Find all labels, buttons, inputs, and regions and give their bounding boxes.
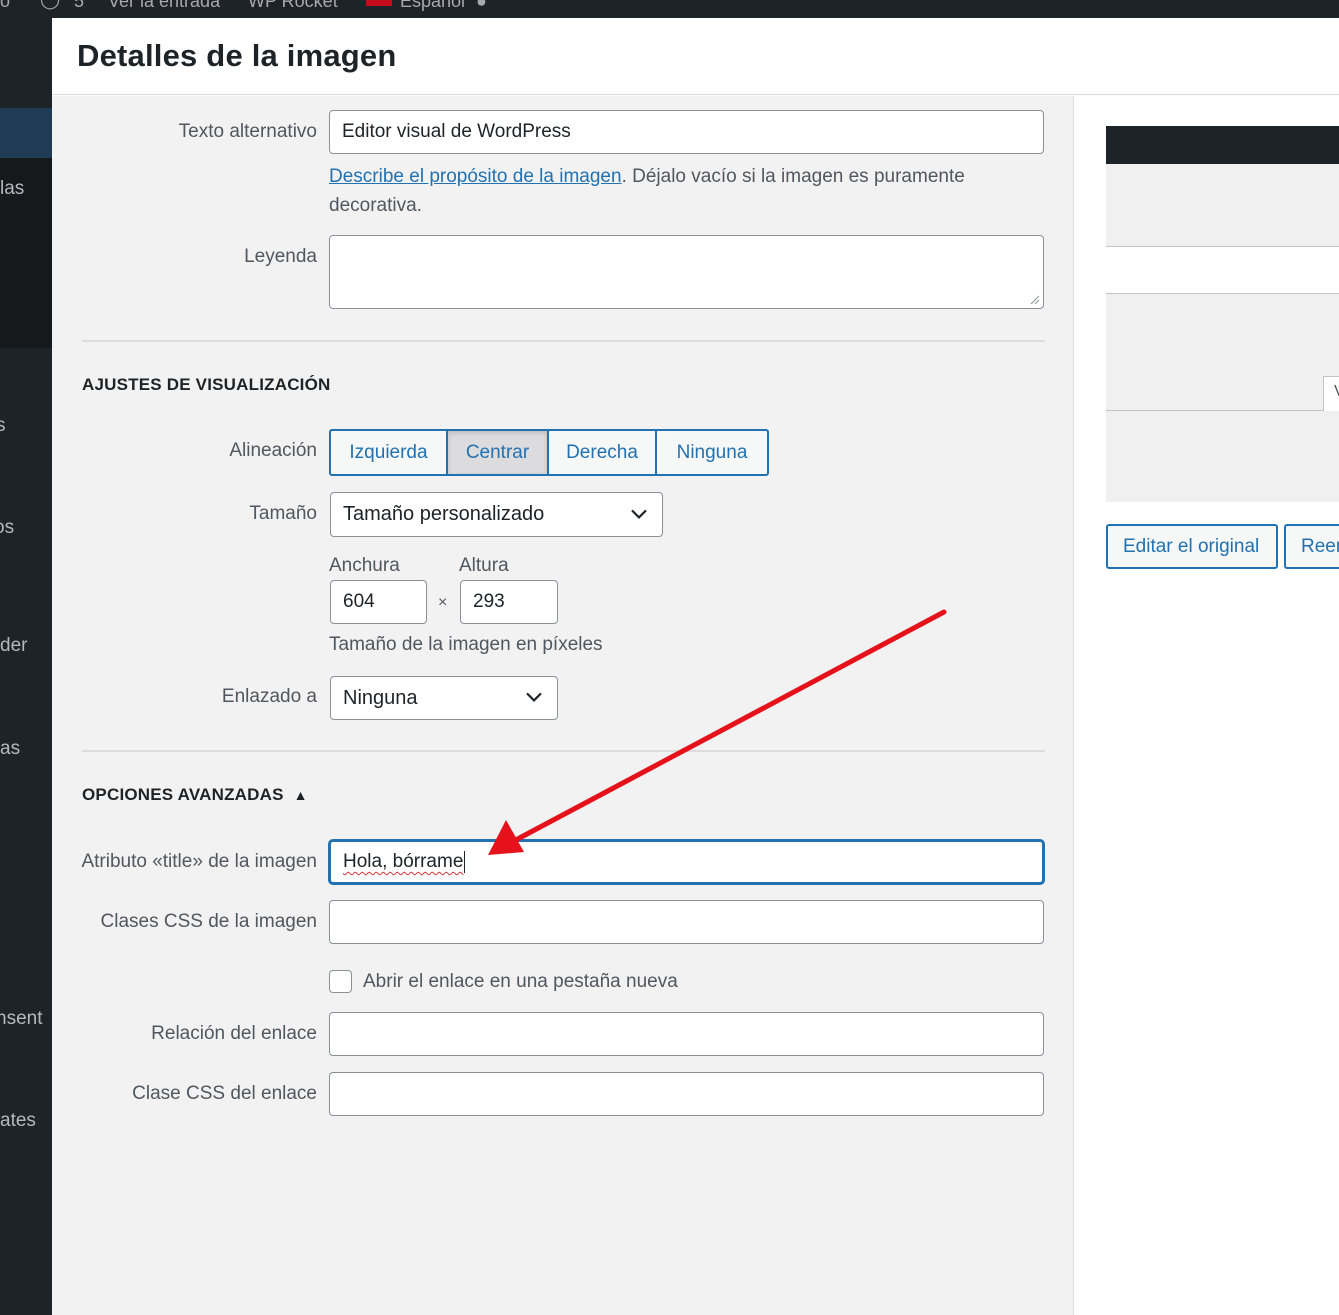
image-preview-toolbar [1106,126,1339,164]
image-details-modal: Detalles de la imagen Texto alternativo … [52,18,1339,1315]
alt-text-help-link[interactable]: Describe el propósito de la imagen [329,166,622,187]
image-preview-tab: V [1323,376,1339,411]
help-icon[interactable]: ● [476,0,487,12]
admin-bar-item[interactable]: o [0,0,10,12]
caption-textarea[interactable] [329,235,1044,309]
image-preview [1106,164,1339,502]
alt-text-help: Describe el propósito de la imagen. Déja… [329,162,1049,220]
align-center-button[interactable]: Centrar [448,431,549,474]
resize-grip-icon[interactable] [1030,295,1040,305]
comments-count[interactable]: 5 [74,0,84,12]
triangle-up-icon: ▲ [293,787,308,803]
sidebar-active-item[interactable] [0,108,52,158]
view-post-link[interactable]: Ver la entrada [108,0,220,12]
new-tab-label[interactable]: Abrir el enlace en una pestaña nueva [363,971,678,993]
admin-sidebar: las s os der as nsent ates i [0,18,52,1315]
divider [82,340,1045,342]
image-preview-line [1106,410,1323,411]
link-rel-input[interactable] [329,1012,1044,1056]
chevron-down-icon [526,692,542,702]
image-css-input[interactable] [329,900,1044,944]
image-preview-pane: V Editar el original Reemplazar [1075,96,1339,1315]
link-to-select-value: Ninguna [343,686,418,709]
title-attr-label: Atributo «title» de la imagen [81,851,317,872]
size-select-value: Tamaño personalizado [343,503,545,525]
align-left-button[interactable]: Izquierda [331,431,448,474]
image-settings-pane: Texto alternativo Editor visual de WordP… [52,96,1074,1315]
title-attr-value: Hola, bórrame [343,851,464,872]
new-tab-checkbox[interactable] [329,970,352,993]
width-label: Anchura [329,555,400,576]
link-to-select[interactable]: Ninguna [330,676,558,720]
edit-original-button[interactable]: Editar el original [1106,524,1278,569]
sidebar-item-label[interactable]: s [0,415,6,437]
advanced-options-toggle[interactable]: Opciones avanzadas ▲ [82,785,308,805]
height-input[interactable]: 293 [460,580,558,624]
alt-text-input[interactable]: Editor visual de WordPress [329,110,1044,154]
sidebar-item-label[interactable]: as [0,738,20,760]
language-switcher[interactable]: Español [400,0,465,12]
sidebar-item-label[interactable]: las [0,178,24,200]
size-select[interactable]: Tamaño personalizado [330,492,663,537]
link-rel-label: Relación del enlace [151,1023,317,1044]
alt-text-help-text: . Déjalo vacío si la imagen es puramente [621,166,965,187]
advanced-options-title: Opciones avanzadas [82,785,284,804]
replace-button[interactable]: Reemplazar [1284,524,1339,569]
image-preview-band [1106,246,1339,294]
chevron-down-icon [631,509,647,519]
comments-icon[interactable]: ◯ [40,0,60,10]
sidebar-item-label[interactable]: nsent [0,1008,42,1030]
admin-bar: o ◯ 5 Ver la entrada WP Rocket Español ● [0,0,1339,18]
alt-text-help-text-2: decorativa. [329,195,422,216]
sidebar-item-label[interactable]: der [0,635,27,657]
sidebar-item-label[interactable]: os [0,517,14,539]
link-to-label: Enlazado a [221,686,317,707]
link-css-input[interactable] [329,1072,1044,1116]
divider [82,750,1045,752]
wp-rocket-menu[interactable]: WP Rocket [248,0,338,12]
caption-label: Leyenda [244,246,317,267]
align-right-button[interactable]: Derecha [549,431,657,474]
modal-header: Detalles de la imagen [52,18,1339,95]
dimension-separator: × [438,594,448,611]
alt-text-label: Texto alternativo [178,121,317,142]
align-none-button[interactable]: Ninguna [657,431,767,474]
alignment-button-group: Izquierda Centrar Derecha Ninguna [329,429,769,476]
spain-flag-icon [366,0,392,6]
image-css-label: Clases CSS de la imagen [100,911,318,932]
dimension-help: Tamaño de la imagen en píxeles [329,634,603,655]
display-settings-title: Ajustes de visualización [82,375,331,394]
width-input[interactable]: 604 [330,580,427,624]
size-label: Tamaño [249,503,317,524]
title-attr-input[interactable]: Hola, bórrame [329,840,1044,884]
link-css-label: Clase CSS del enlace [132,1083,317,1104]
height-label: Altura [459,555,509,576]
alignment-label: Alineación [229,440,317,461]
modal-title: Detalles de la imagen [77,38,397,73]
sidebar-item-label[interactable]: ates [0,1110,36,1132]
image-preview-tab-letter: V [1334,383,1339,401]
text-cursor [464,851,466,873]
